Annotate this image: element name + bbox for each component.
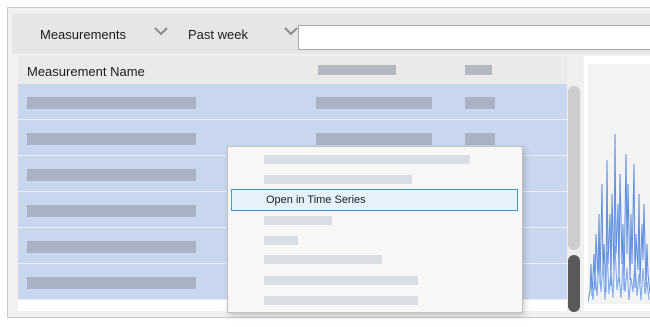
time-series-preview bbox=[584, 56, 650, 311]
menu-item-placeholder[interactable] bbox=[264, 155, 470, 164]
menu-item-placeholder[interactable] bbox=[264, 255, 382, 264]
column-header-placeholder[interactable] bbox=[465, 65, 492, 75]
measurements-dropdown[interactable]: Measurements bbox=[40, 22, 168, 46]
measurements-dropdown-label: Measurements bbox=[40, 26, 126, 42]
cell-placeholder bbox=[316, 133, 432, 145]
context-menu: Open in Time Series bbox=[227, 146, 523, 313]
cell-placeholder bbox=[27, 241, 196, 253]
cell-placeholder bbox=[27, 277, 196, 289]
cell-placeholder bbox=[27, 205, 196, 217]
table-header: Measurement Name bbox=[18, 56, 567, 84]
cell-placeholder bbox=[465, 133, 495, 145]
menu-item-placeholder[interactable] bbox=[264, 216, 332, 225]
scroll-thumb[interactable] bbox=[568, 255, 580, 312]
cell-placeholder bbox=[465, 97, 495, 109]
chevron-down-icon bbox=[154, 27, 168, 36]
menu-item-label: Open in Time Series bbox=[266, 194, 366, 206]
menu-item-placeholder[interactable] bbox=[264, 236, 298, 245]
cell-placeholder bbox=[27, 133, 196, 145]
menu-item-open-in-time-series[interactable]: Open in Time Series bbox=[231, 189, 518, 211]
period-dropdown-label: Past week bbox=[188, 26, 248, 42]
cell-placeholder bbox=[27, 169, 196, 181]
time-series-chart bbox=[588, 133, 650, 303]
column-header-placeholder[interactable] bbox=[318, 65, 396, 75]
table-scrollbar[interactable] bbox=[567, 56, 581, 312]
column-header-name[interactable]: Measurement Name bbox=[27, 64, 145, 79]
menu-item-placeholder[interactable] bbox=[264, 296, 418, 305]
search-input[interactable] bbox=[298, 25, 650, 50]
menu-item-placeholder[interactable] bbox=[264, 276, 418, 285]
cell-placeholder bbox=[316, 97, 432, 109]
table-row[interactable] bbox=[18, 84, 567, 120]
scroll-track-segment bbox=[568, 86, 580, 250]
chevron-down-icon bbox=[284, 27, 298, 36]
cell-placeholder bbox=[27, 97, 196, 109]
menu-item-placeholder[interactable] bbox=[264, 175, 412, 184]
period-dropdown[interactable]: Past week bbox=[188, 22, 298, 46]
